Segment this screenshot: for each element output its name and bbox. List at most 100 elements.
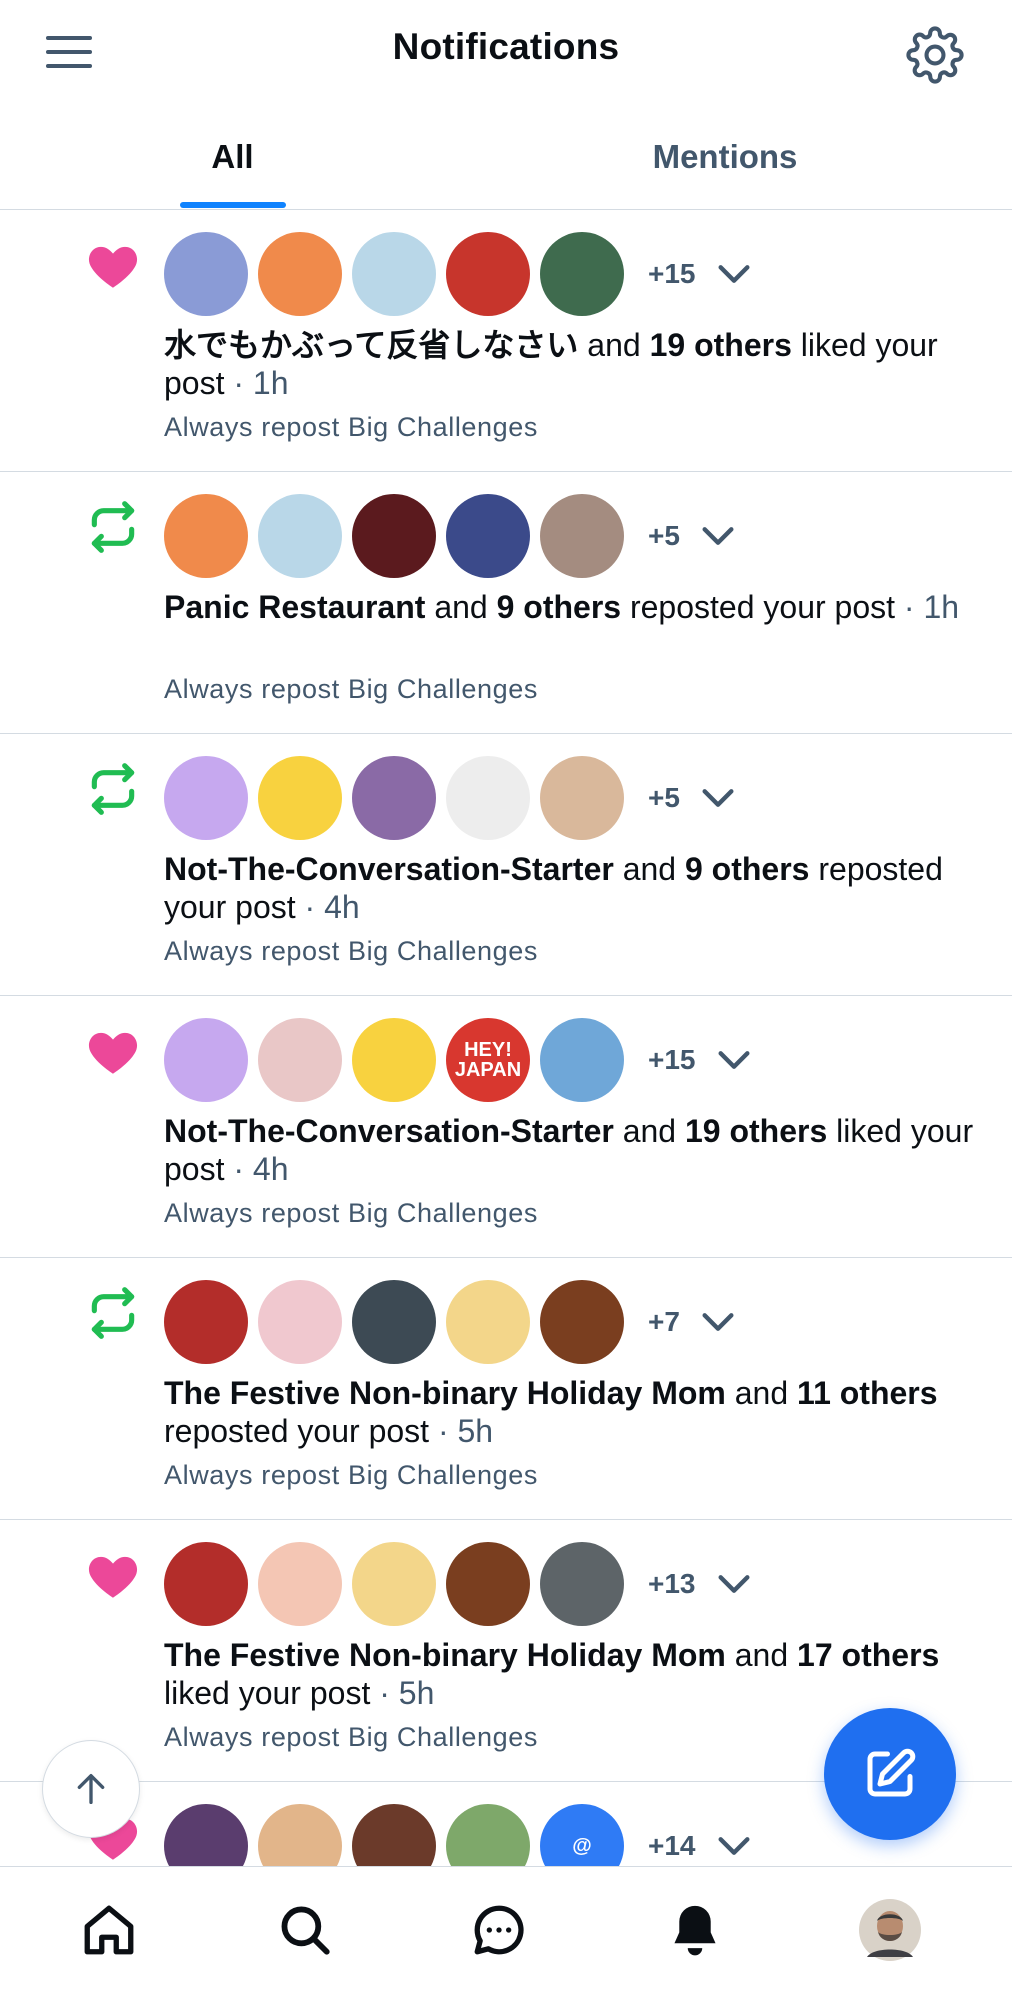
avatar[interactable] [164, 1542, 248, 1626]
avatar[interactable] [352, 494, 436, 578]
actor-name[interactable]: 水でもかぶって反省しなさい [164, 327, 578, 363]
avatar[interactable] [258, 494, 342, 578]
post-preview[interactable]: Always repost Big Challenges [164, 412, 538, 443]
avatar[interactable] [164, 1804, 248, 1866]
more-count: +7 [648, 1306, 680, 1337]
avatar[interactable] [446, 1804, 530, 1866]
avatar[interactable] [164, 1280, 248, 1364]
tab-mentions[interactable]: Mentions [590, 104, 860, 210]
avatar[interactable] [352, 232, 436, 316]
avatar[interactable] [164, 494, 248, 578]
notification-text: 水でもかぶって反省しなさい and 19 others liked your p… [164, 327, 938, 401]
post-preview[interactable]: Always repost Big Challenges [164, 1722, 538, 1753]
avatar[interactable] [258, 232, 342, 316]
chevron-down-icon[interactable] [698, 778, 738, 818]
nav-profile[interactable] [855, 1895, 925, 1965]
avatar[interactable]: HEY! JAPAN [446, 1018, 530, 1102]
avatar-group: HEY! JAPAN +15 [164, 1018, 754, 1102]
notification-item[interactable]: +15 水でもかぶって反省しなさい and 19 others liked you… [0, 210, 1012, 472]
actor-name[interactable]: The Festive Non-binary Holiday Mom [164, 1375, 726, 1411]
avatar[interactable] [258, 756, 342, 840]
compose-icon [867, 1748, 916, 1797]
header: Notifications [0, 0, 1012, 104]
post-preview[interactable]: Always repost Big Challenges [164, 674, 538, 705]
avatar[interactable] [540, 756, 624, 840]
repost-icon [80, 494, 146, 560]
tab-all[interactable]: All [130, 104, 335, 210]
avatar[interactable]: @ [540, 1804, 624, 1866]
avatar[interactable] [352, 1280, 436, 1364]
home-icon [84, 1905, 134, 1955]
chevron-down-icon[interactable] [714, 1040, 754, 1080]
avatar[interactable] [352, 1804, 436, 1866]
avatar[interactable] [352, 756, 436, 840]
avatar[interactable] [540, 1542, 624, 1626]
more-count: +13 [648, 1568, 696, 1599]
timestamp: · 5h [429, 1413, 494, 1449]
notification-text: The Festive Non-binary Holiday Mom and 1… [164, 1375, 938, 1449]
chevron-down-icon[interactable] [698, 516, 738, 556]
nav-home[interactable] [74, 1895, 144, 1965]
actor-name[interactable]: The Festive Non-binary Holiday Mom [164, 1637, 726, 1673]
nav-search[interactable] [270, 1895, 340, 1965]
post-preview[interactable]: Always repost Big Challenges [164, 1198, 538, 1229]
actor-name[interactable]: Not-The-Conversation-Starter [164, 1113, 614, 1149]
avatar[interactable] [258, 1542, 342, 1626]
page-title: Notifications [392, 26, 620, 67]
notification-item[interactable]: HEY! JAPAN +15 Not-The-Conversation-Starte… [0, 996, 1012, 1258]
avatar-group: +15 [164, 232, 754, 316]
avatar-group: +5 [164, 494, 738, 578]
avatar[interactable] [352, 1542, 436, 1626]
profile-avatar [859, 1899, 921, 1961]
notification-text: The Festive Non-binary Holiday Mom and 1… [164, 1637, 940, 1711]
avatar[interactable] [540, 1280, 624, 1364]
nav-notifications[interactable] [660, 1895, 730, 1965]
others-count: 9 others [496, 589, 622, 625]
action-text: reposted your post [621, 589, 896, 625]
chevron-down-icon[interactable] [714, 254, 754, 294]
avatar[interactable] [164, 232, 248, 316]
others-count: 11 others [797, 1375, 938, 1411]
notification-item[interactable]: +5 Not-The-Conversation-Starter and 9 oth… [0, 734, 1012, 996]
avatar[interactable] [540, 494, 624, 578]
avatar[interactable] [446, 232, 530, 316]
avatar[interactable] [540, 1018, 624, 1102]
avatar[interactable] [258, 1804, 342, 1866]
post-preview[interactable]: Always repost Big Challenges [164, 936, 538, 967]
notification-feed[interactable]: +15 水でもかぶって反省しなさい and 19 others liked you… [0, 210, 1012, 1866]
chevron-down-icon[interactable] [714, 1564, 754, 1604]
avatar[interactable] [352, 1018, 436, 1102]
avatar[interactable] [164, 756, 248, 840]
avatar[interactable] [446, 1280, 530, 1364]
chevron-down-icon[interactable] [714, 1826, 754, 1866]
avatar[interactable] [164, 1018, 248, 1102]
timestamp: · 5h [370, 1675, 435, 1711]
more-count: +15 [648, 258, 696, 289]
scroll-to-top-button[interactable] [42, 1740, 140, 1838]
heart-icon [80, 232, 146, 298]
compose-button[interactable] [824, 1708, 956, 1840]
avatar[interactable] [446, 756, 530, 840]
avatar-group: +7 [164, 1280, 738, 1364]
gear-icon[interactable] [906, 26, 964, 84]
notification-item[interactable]: +7 The Festive Non-binary Holiday Mom and… [0, 1258, 1012, 1520]
chevron-down-icon[interactable] [698, 1302, 738, 1342]
timestamp: · 1h [224, 365, 289, 401]
avatar[interactable] [446, 494, 530, 578]
avatar[interactable] [258, 1280, 342, 1364]
avatar[interactable] [540, 232, 624, 316]
avatar[interactable] [258, 1018, 342, 1102]
actor-name[interactable]: Not-The-Conversation-Starter [164, 851, 614, 887]
others-count: 19 others [649, 327, 792, 363]
avatar[interactable] [446, 1542, 530, 1626]
nav-chat[interactable] [464, 1895, 534, 1965]
timestamp: · 1h [895, 589, 960, 625]
avatar-group: +5 [164, 756, 738, 840]
heart-icon [80, 1542, 146, 1608]
repost-icon [80, 756, 146, 822]
others-count: 19 others [684, 1113, 828, 1149]
post-preview[interactable]: Always repost Big Challenges [164, 1460, 538, 1491]
actor-name[interactable]: Panic Restaurant [164, 589, 425, 625]
bell-icon [674, 1905, 716, 1956]
notification-item[interactable]: +5 Panic Restaurant and 9 others reposted… [0, 472, 1012, 734]
